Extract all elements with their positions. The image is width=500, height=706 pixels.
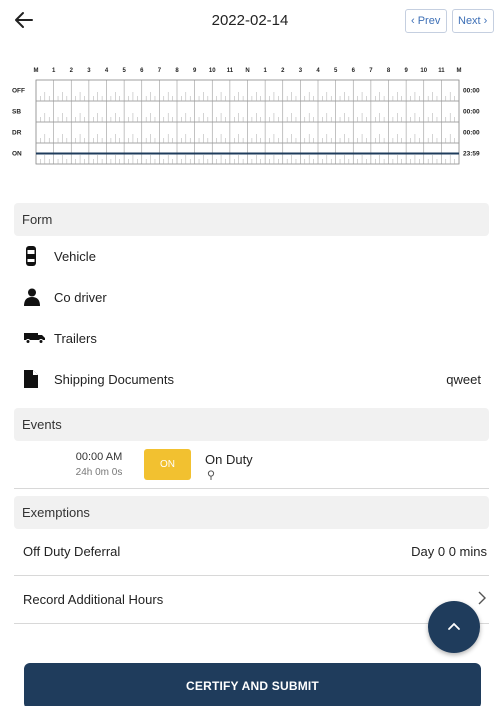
form-item-shipping-documents[interactable]: Shipping Documents qweet [14, 359, 489, 399]
hour-label: 1 [52, 68, 56, 74]
hour-label: 7 [369, 68, 373, 74]
hour-label: 11 [438, 68, 445, 74]
chevron-up-icon [447, 618, 461, 636]
form-item-trailers[interactable]: Trailers [14, 318, 489, 358]
hour-label: N [245, 68, 249, 74]
hour-label: 10 [420, 68, 427, 74]
form-item-label: Shipping Documents [54, 371, 174, 387]
off-duty-deferral-label: Off Duty Deferral [23, 544, 121, 559]
truck-icon [14, 332, 48, 344]
hour-label: 2 [70, 68, 74, 74]
hour-label: M [457, 68, 462, 74]
form-item-label: Trailers [54, 330, 97, 346]
top-bar: 2022-02-14 ‹ Prev Next › [0, 0, 500, 44]
hour-label: 9 [193, 68, 197, 74]
hour-label: 11 [227, 68, 234, 74]
hour-label: 1 [263, 68, 267, 74]
form-item-vehicle[interactable]: Vehicle [14, 236, 489, 276]
form-item-label: Vehicle [54, 248, 96, 264]
vehicle-icon [14, 246, 48, 266]
status-row-total: 23:59 [463, 151, 480, 158]
hour-label: 6 [140, 68, 144, 74]
status-row-label: DR [12, 130, 22, 137]
record-additional-hours-label: Record Additional Hours [23, 592, 164, 607]
off-duty-deferral-row[interactable]: Off Duty Deferral Day 0 0 mins [14, 528, 489, 576]
hour-label: 6 [352, 68, 356, 74]
hour-label: 10 [209, 68, 216, 74]
status-row-label: SB [12, 109, 21, 116]
prev-day-button[interactable]: ‹ Prev [405, 9, 447, 33]
person-icon [14, 288, 48, 306]
next-day-button[interactable]: Next › [452, 9, 494, 33]
form-item-co-driver[interactable]: Co driver [14, 277, 489, 317]
status-row-label: OFF [12, 88, 25, 95]
hour-label: 3 [87, 68, 91, 74]
hour-label: 2 [281, 68, 285, 74]
event-row[interactable]: 00:00 AM 24h 0m 0s ON On Duty [14, 443, 489, 489]
record-additional-hours-row[interactable]: Record Additional Hours [14, 576, 489, 624]
chevron-right-icon [477, 590, 489, 609]
form-section-header: Form [14, 203, 489, 236]
off-duty-deferral-value: Day 0 0 mins [411, 544, 487, 559]
hour-label: 4 [105, 68, 109, 74]
form-item-label: Co driver [54, 289, 107, 305]
status-row-total: 00:00 [463, 109, 480, 116]
hour-label: 3 [299, 68, 303, 74]
hour-label: 7 [158, 68, 162, 74]
status-row-total: 00:00 [463, 130, 480, 137]
hos-log-grid: M 1 2 3 4 5 6 7 8 9 10 11 N 1 2 3 4 5 6 7 8 9 10 11 M OFF 00:00 SB 0… [10, 60, 494, 180]
events-section-header: Events [14, 408, 489, 441]
certify-and-submit-button[interactable]: CERTIFY AND SUBMIT [24, 663, 481, 706]
hour-label: 5 [334, 68, 338, 74]
hour-label: M [34, 68, 39, 74]
scroll-to-top-button[interactable] [428, 601, 480, 653]
event-duration: 24h 0m 0s [75, 467, 123, 478]
hour-label: 5 [122, 68, 126, 74]
hour-label: 9 [404, 68, 408, 74]
hos-log-grid-chart: M 1 2 3 4 5 6 7 8 9 10 11 N 1 2 3 4 5 6 7 8 9 10 11 M OFF 00:00 SB 0… [12, 68, 480, 165]
exemptions-section-header: Exemptions [14, 496, 489, 529]
event-status: On Duty [205, 452, 253, 467]
status-row-total: 00:00 [463, 88, 480, 95]
status-row-label: ON [12, 151, 22, 158]
shipping-documents-value: qweet [446, 371, 481, 387]
hour-label: 8 [175, 68, 179, 74]
hour-label: 8 [387, 68, 391, 74]
hour-label: 4 [316, 68, 320, 74]
document-icon [14, 370, 48, 388]
location-pin-icon [207, 467, 215, 480]
duty-status-badge: ON [144, 449, 191, 480]
event-time: 00:00 AM [75, 451, 123, 463]
